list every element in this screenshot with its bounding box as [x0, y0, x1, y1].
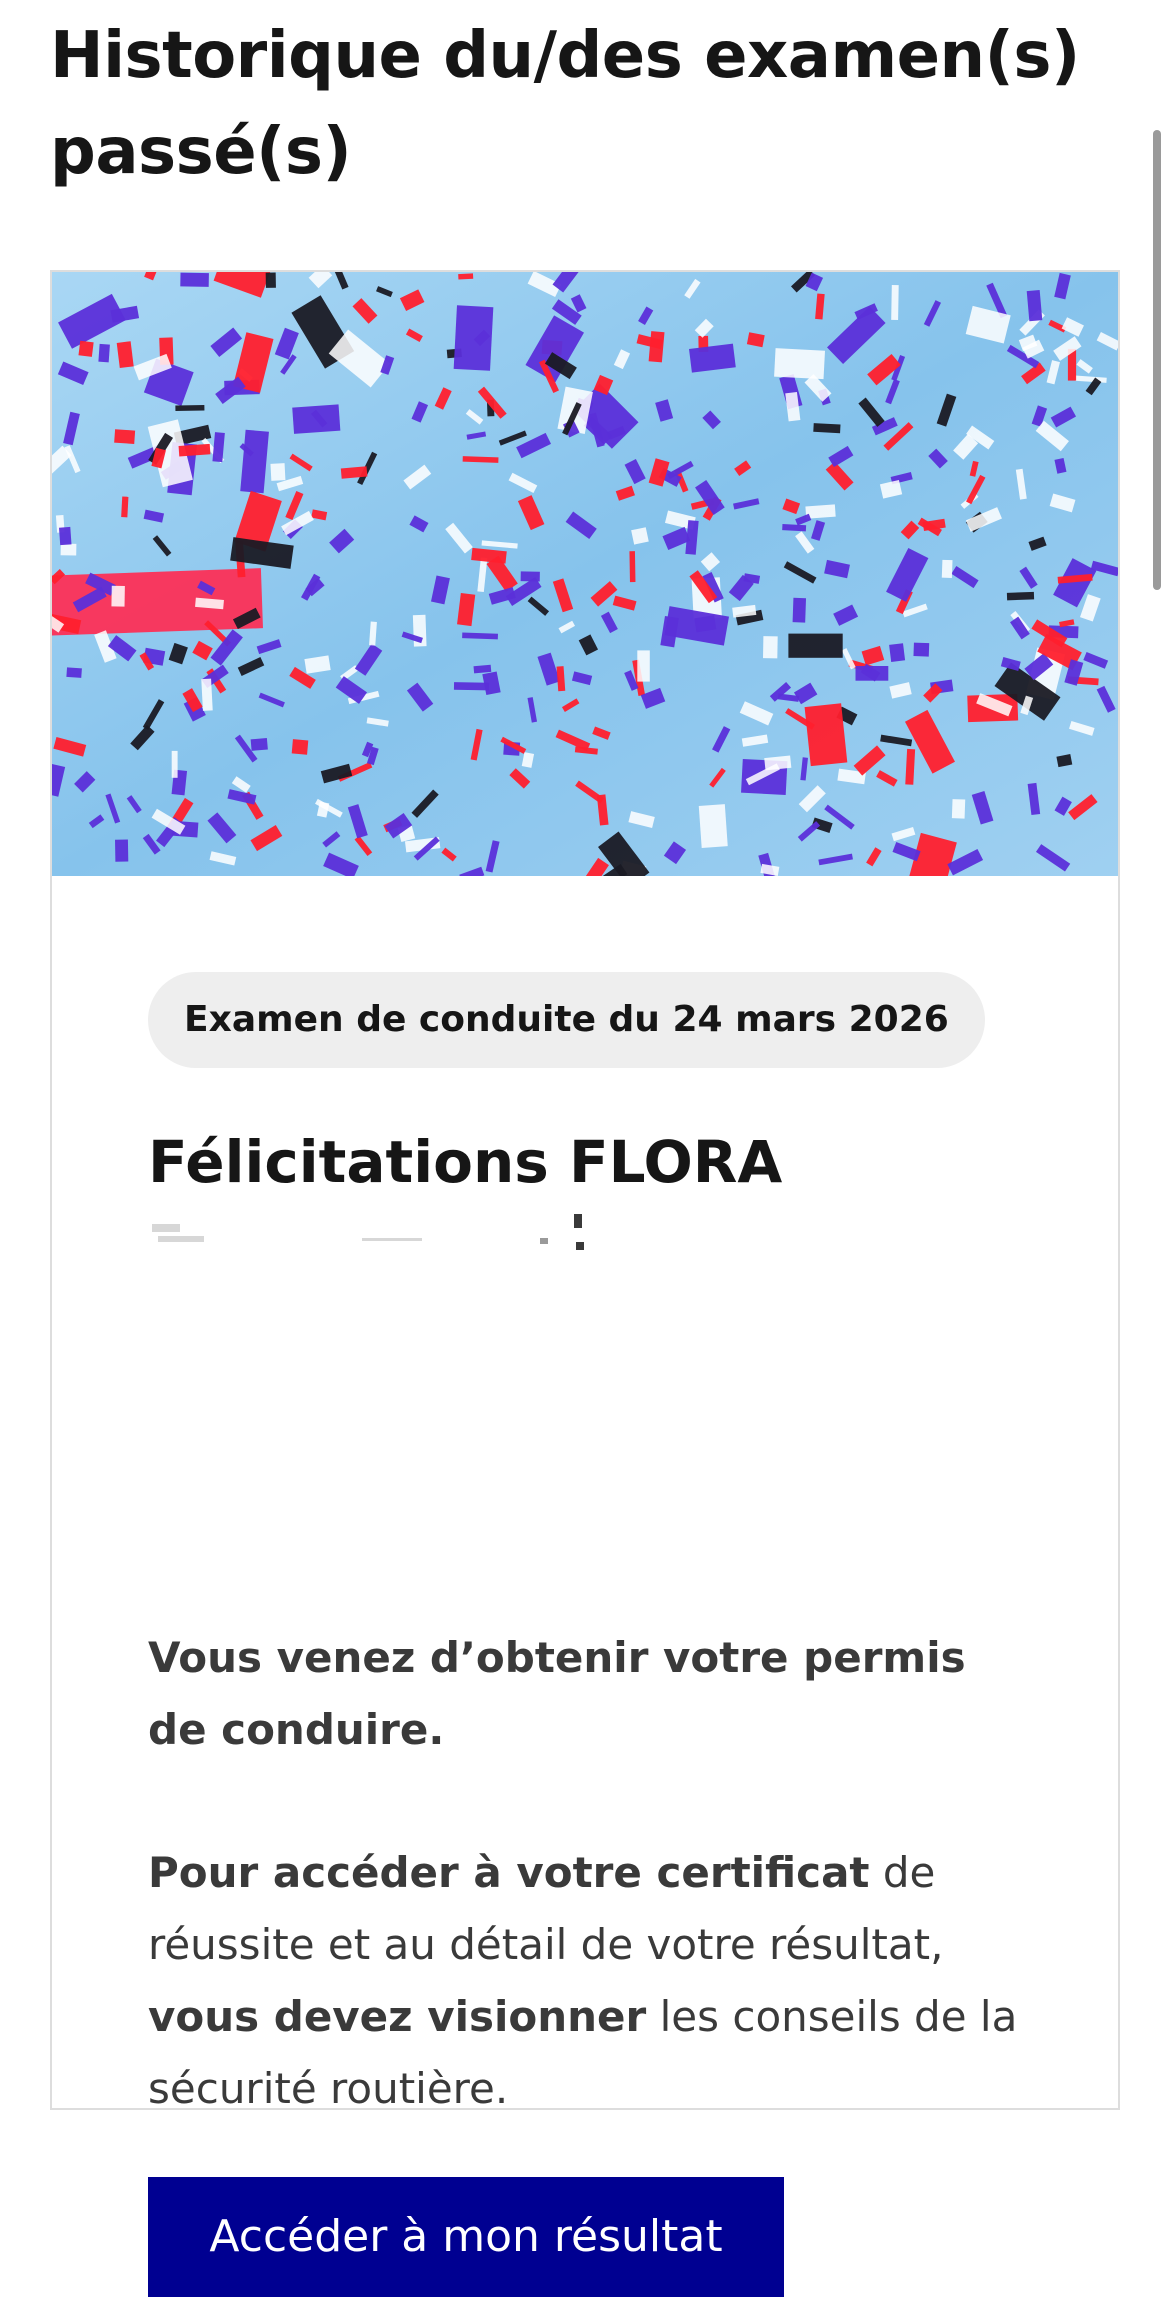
- confetti-piece: [201, 678, 213, 711]
- confetti-piece: [889, 643, 906, 662]
- confetti-piece: [171, 750, 178, 778]
- instructions-bold-1: Pour accéder à votre certificat: [148, 1848, 870, 1897]
- scrollbar[interactable]: [1153, 130, 1161, 590]
- confetti-piece: [941, 559, 953, 578]
- confetti-piece: [180, 272, 209, 287]
- confetti-piece: [453, 305, 494, 371]
- confetti-piece: [178, 443, 211, 457]
- confetti-piece: [250, 738, 268, 751]
- confetti-piece: [111, 585, 125, 607]
- confetti-piece: [913, 642, 930, 657]
- confetti-piece: [66, 667, 82, 678]
- confetti-piece: [813, 423, 841, 434]
- confetti-piece: [60, 543, 77, 556]
- confetti-piece: [951, 799, 966, 819]
- confetti-piece: [788, 633, 843, 658]
- page-title: Historique du/des examen(s) passé(s): [50, 19, 1080, 189]
- exam-result-card: Examen de conduite du 24 mars 2026 Félic…: [50, 270, 1120, 2297]
- confetti-piece: [265, 272, 276, 288]
- confetti-piece: [458, 273, 474, 280]
- confetti-piece: [629, 551, 636, 583]
- confetti-piece: [1026, 289, 1043, 322]
- confetti-piece: [98, 343, 110, 363]
- success-message: Vous venez d’obtenir votre permis de con…: [148, 1633, 966, 1754]
- confetti-piece: [698, 804, 728, 848]
- confetti-piece: [270, 463, 286, 481]
- confetti-piece: [78, 340, 94, 357]
- confetti-piece: [637, 650, 650, 682]
- confetti-piece: [774, 348, 826, 380]
- redacted-name: [152, 1212, 612, 1252]
- access-result-button[interactable]: Accéder à mon résultat: [148, 2177, 784, 2297]
- confetti-hero-image: [52, 272, 1118, 876]
- confetti-illustration: [52, 272, 1118, 876]
- confetti-piece: [804, 703, 848, 767]
- confetti-piece: [855, 666, 889, 681]
- confetti-piece: [58, 526, 72, 546]
- confetti-piece: [115, 839, 129, 862]
- instructions-bold-2: vous devez visionner: [148, 1992, 647, 2041]
- exam-date-tag: Examen de conduite du 24 mars 2026: [148, 972, 985, 1068]
- confetti-piece: [631, 527, 649, 545]
- confetti-piece: [891, 285, 899, 320]
- confetti-piece: [782, 523, 807, 532]
- confetti-piece: [175, 405, 205, 411]
- congratulations-heading: Félicitations FLORA: [148, 1128, 783, 1196]
- confetti-piece: [121, 496, 129, 518]
- confetti-piece: [792, 597, 807, 623]
- confetti-piece: [473, 664, 492, 674]
- confetti-piece: [291, 739, 309, 755]
- instructions-text: Pour accéder à votre certificat de réuss…: [148, 1837, 1048, 2125]
- confetti-piece: [1006, 591, 1035, 601]
- confetti-piece: [763, 636, 778, 659]
- confetti-piece: [648, 331, 665, 363]
- confetti-piece: [453, 682, 490, 691]
- confetti-piece: [805, 504, 836, 519]
- confetti-piece: [114, 429, 136, 444]
